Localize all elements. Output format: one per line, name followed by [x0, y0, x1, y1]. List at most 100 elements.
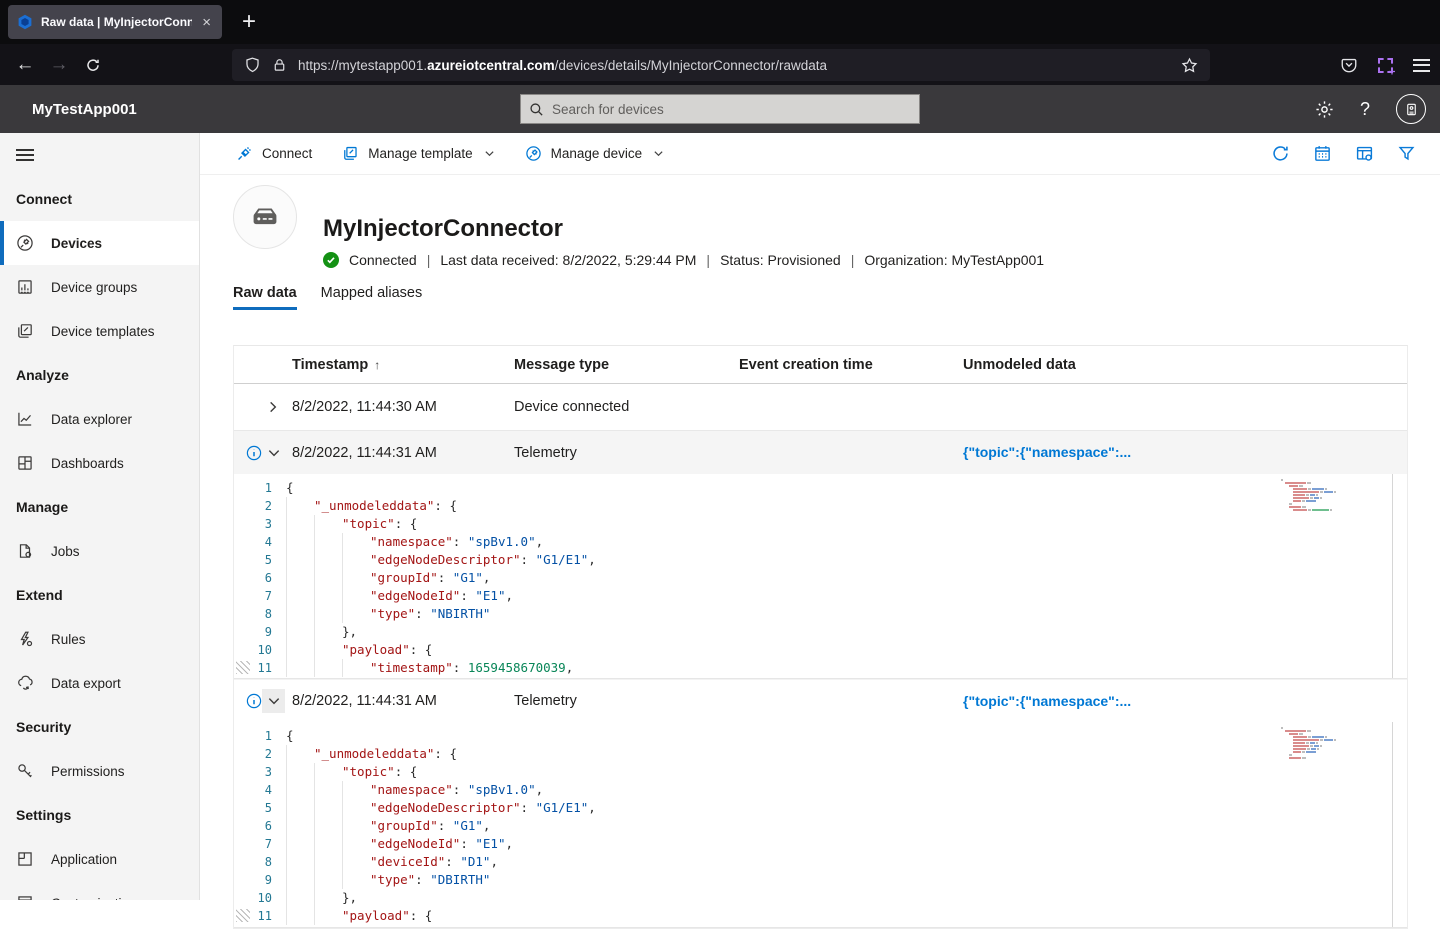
table-row[interactable]: 8/2/2022, 11:44:30 AM Device connected: [234, 384, 1407, 431]
sidebar-collapse-icon[interactable]: [0, 133, 199, 177]
col-message-type[interactable]: Message type: [514, 357, 739, 373]
unmodeled-data-link[interactable]: {"topic":{"namespace":...: [963, 444, 1131, 460]
account-icon[interactable]: [1396, 94, 1426, 124]
sidebar-item-customization[interactable]: Customization: [0, 881, 199, 900]
filter-icon[interactable]: [1397, 144, 1416, 163]
table-row[interactable]: 8/2/2022, 11:44:31 AM Telemetry {"topic"…: [234, 679, 1407, 722]
json-payload-viewer[interactable]: 1{2"_unmodeleddata": {3"topic": {4"names…: [234, 722, 1407, 928]
table-header-row: Timestamp↑ Message type Event creation t…: [234, 346, 1407, 384]
manage-template-label: Manage template: [368, 146, 472, 161]
col-event-creation-time[interactable]: Event creation time: [739, 357, 963, 373]
chevron-right-icon[interactable]: [266, 400, 280, 414]
sidebar-item-device-templates[interactable]: Device templates: [0, 309, 199, 353]
indent-guide: [314, 605, 342, 623]
indent-guide: [314, 515, 342, 533]
sidebar-heading-manage: Manage: [0, 485, 199, 529]
line-number: 8: [234, 853, 272, 871]
tab-mapped-aliases[interactable]: Mapped aliases: [321, 285, 423, 310]
minimap[interactable]: [1281, 727, 1391, 760]
manage-device-button[interactable]: Manage device: [525, 145, 665, 162]
col-unmodeled-data[interactable]: Unmodeled data: [963, 357, 1407, 373]
tab-close-icon[interactable]: ×: [200, 15, 213, 30]
manage-device-label: Manage device: [551, 146, 643, 161]
minimap[interactable]: [1281, 479, 1391, 512]
device-header: MyInjectorConnector Connected | Last dat…: [200, 175, 1440, 285]
browser-menu-icon[interactable]: [1413, 59, 1430, 72]
manage-template-button[interactable]: Manage template: [342, 145, 494, 162]
indent-guide: [314, 817, 342, 835]
screenshot-icon[interactable]: [1378, 58, 1393, 73]
back-icon[interactable]: ←: [8, 49, 42, 81]
sidebar-item-permissions[interactable]: Permissions: [0, 749, 199, 793]
app-title[interactable]: MyTestApp001: [32, 101, 137, 118]
url-bar[interactable]: https://mytestapp001.azureiotcentral.com…: [232, 49, 1210, 81]
indent-guide: [286, 659, 314, 677]
indent-guide: [314, 587, 342, 605]
device-manage-icon: [525, 145, 542, 162]
column-options-icon[interactable]: [1355, 144, 1374, 163]
settings-gear-icon[interactable]: [1315, 100, 1334, 119]
indent-guide: [342, 799, 370, 817]
code-line: 1{: [234, 479, 1407, 497]
json-payload-viewer[interactable]: 1{2"_unmodeleddata": {3"topic": {4"names…: [234, 474, 1407, 679]
forward-icon[interactable]: →: [42, 49, 76, 81]
table-row[interactable]: 8/2/2022, 11:44:31 AM Telemetry {"topic"…: [234, 431, 1407, 474]
info-icon[interactable]: [246, 693, 262, 709]
sidebar-nav: ConnectDevicesDevice groups Device templa…: [0, 177, 199, 900]
help-icon[interactable]: ?: [1360, 99, 1370, 120]
code-line: 2"_unmodeleddata": {: [234, 497, 1407, 515]
indent-guide: [314, 835, 342, 853]
chevron-down-icon[interactable]: [267, 694, 281, 708]
line-number: 3: [234, 515, 272, 533]
sort-asc-icon: ↑: [374, 358, 380, 372]
line-number: 7: [234, 587, 272, 605]
code-line: 3"topic": {: [234, 515, 1407, 533]
sidebar-item-label: Device templates: [51, 324, 155, 339]
code-line: 5"edgeNodeDescriptor": "G1/E1",: [234, 799, 1407, 817]
browser-nav-bar: ← → https://mytestapp001.azureiotcentral…: [0, 44, 1440, 85]
info-icon[interactable]: [246, 445, 262, 461]
sidebar-item-label: Application: [51, 852, 117, 867]
calendar-icon[interactable]: [1313, 144, 1332, 163]
line-number: 1: [234, 727, 272, 745]
chevron-down-icon[interactable]: [267, 446, 281, 460]
line-number: 8: [234, 605, 272, 623]
tab-raw-data[interactable]: Raw data: [233, 285, 297, 310]
browser-tab[interactable]: Raw data | MyInjectorConnector ×: [8, 5, 222, 39]
reload-icon[interactable]: [76, 49, 110, 81]
connect-button[interactable]: Connect: [236, 145, 312, 162]
sidebar-item-jobs[interactable]: Jobs: [0, 529, 199, 573]
sidebar-item-label: Data explorer: [51, 412, 132, 427]
indent-guide: [314, 533, 342, 551]
indent-guide: [286, 497, 314, 515]
shield-icon[interactable]: [244, 56, 261, 74]
sidebar-item-rules[interactable]: Rules: [0, 617, 199, 661]
sidebar-item-data-export[interactable]: Data export: [0, 661, 199, 705]
bookmark-star-icon[interactable]: [1181, 57, 1198, 74]
sidebar-item-data-explorer[interactable]: Data explorer: [0, 397, 199, 441]
separator: |: [427, 252, 431, 268]
separator: |: [851, 252, 855, 268]
sidebar-heading-connect: Connect: [0, 177, 199, 221]
sidebar-item-device-groups[interactable]: Device groups: [0, 265, 199, 309]
connected-check-icon: [323, 252, 339, 268]
minimap-scrollbar[interactable]: [1392, 474, 1393, 678]
search-input[interactable]: [552, 102, 911, 117]
col-timestamp[interactable]: Timestamp↑: [292, 357, 514, 373]
refresh-icon[interactable]: [1271, 144, 1290, 163]
indent-guide: [342, 659, 370, 677]
sidebar-item-devices[interactable]: Devices: [0, 221, 199, 265]
device-search[interactable]: [520, 94, 920, 124]
indent-guide: [342, 853, 370, 871]
code-line: 8"type": "NBIRTH": [234, 605, 1407, 623]
indent-guide: [286, 763, 314, 781]
new-tab-button[interactable]: +: [242, 10, 256, 34]
lock-icon[interactable]: [272, 57, 287, 73]
sidebar-item-application[interactable]: Application: [0, 837, 199, 881]
page-tabs: Raw data Mapped aliases: [200, 285, 1440, 317]
sidebar-item-dashboards[interactable]: Dashboards: [0, 441, 199, 485]
devices-icon: [16, 234, 34, 252]
minimap-scrollbar[interactable]: [1392, 722, 1393, 927]
pocket-icon[interactable]: [1340, 56, 1358, 74]
unmodeled-data-link[interactable]: {"topic":{"namespace":...: [963, 693, 1131, 709]
